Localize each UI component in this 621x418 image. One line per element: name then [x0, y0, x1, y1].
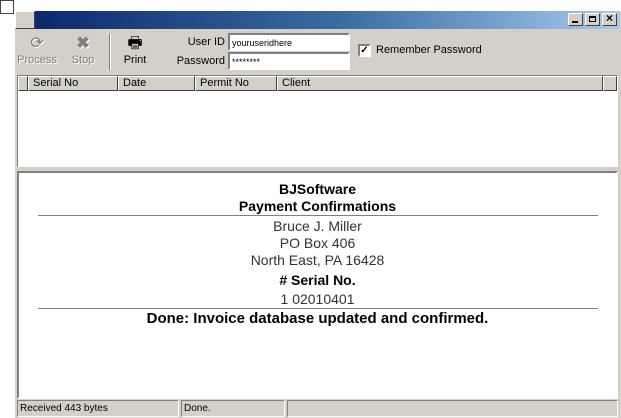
remember-password-label: Remember Password	[376, 44, 482, 56]
address-line: PO Box 406	[279, 235, 356, 251]
maximize-icon	[589, 16, 596, 22]
printer-icon: 🖶	[127, 35, 143, 52]
company-name: BJSoftware	[278, 181, 357, 197]
column-header-blank[interactable]	[18, 76, 28, 91]
maximize-button[interactable]	[585, 13, 600, 26]
column-header-client[interactable]: Client	[277, 76, 603, 91]
minimize-icon	[572, 21, 578, 23]
address-name: Bruce J. Miller	[273, 218, 362, 234]
status-bar: Received 443 bytes Done.	[17, 400, 618, 418]
minimize-button[interactable]	[568, 13, 583, 26]
refresh-icon: ⟳	[30, 35, 44, 52]
close-button[interactable]: ×	[602, 11, 617, 26]
address-city: North East, PA 16428	[250, 252, 385, 268]
password-field[interactable]: ********	[228, 52, 350, 70]
status-message: Done: Invoice database updated and confi…	[146, 310, 489, 327]
system-menu-icon[interactable]	[15, 11, 35, 29]
title-bar[interactable]: ×	[15, 11, 620, 29]
caption-buttons: ×	[568, 11, 617, 26]
print-label: Print	[123, 54, 147, 66]
process-label: Process	[17, 54, 57, 66]
stop-button[interactable]: ✖ Stop	[63, 33, 103, 71]
stop-label: Stop	[71, 54, 95, 66]
status-panel-bytes: Received 443 bytes	[17, 400, 179, 417]
process-button[interactable]: ⟳ Process	[17, 33, 57, 71]
column-header-date[interactable]: Date	[118, 76, 195, 91]
list-header: Serial No Date Permit No Client	[18, 76, 617, 91]
status-panel-state: Done.	[181, 400, 285, 417]
column-header-serial-no[interactable]: Serial No	[28, 76, 118, 91]
status-panel-extra	[287, 400, 618, 417]
confirmation-document: BJSoftware Payment Confirmations Bruce J…	[17, 171, 618, 399]
close-icon: ×	[605, 11, 613, 25]
confirmations-list[interactable]: Serial No Date Permit No Client	[17, 75, 618, 167]
app-window: × ⟳ Process ✖ Stop 🖶 Print User ID youru…	[14, 10, 621, 418]
toolbar: ⟳ Process ✖ Stop 🖶 Print User ID youruse…	[15, 30, 620, 76]
toolbar-separator	[109, 34, 111, 70]
column-header-permit-no[interactable]: Permit No	[195, 76, 277, 91]
user-id-value: youruseridhere	[232, 38, 293, 48]
user-id-label: User ID	[187, 36, 225, 48]
desktop-corner-frame	[0, 0, 14, 14]
print-button[interactable]: 🖶 Print	[115, 33, 155, 71]
document-body: BJSoftware Payment Confirmations Bruce J…	[19, 173, 616, 327]
remember-password-checkbox[interactable]: ✓	[358, 44, 371, 57]
serial-value: 1 02010401	[280, 291, 355, 307]
user-id-field[interactable]: youruseridhere	[228, 33, 350, 51]
column-header-filler	[603, 76, 617, 91]
password-value: ********	[232, 57, 261, 67]
serial-heading: # Serial No.	[279, 272, 356, 288]
stop-x-icon: ✖	[76, 35, 90, 52]
document-heading: Payment Confirmations	[238, 198, 397, 214]
password-label: Password	[176, 55, 225, 67]
